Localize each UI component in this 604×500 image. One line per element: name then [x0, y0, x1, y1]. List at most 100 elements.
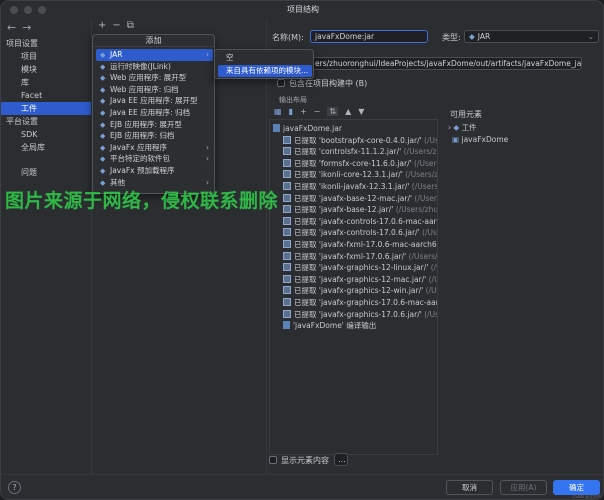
ok-button[interactable]: 确定	[553, 480, 600, 495]
add-menu-item-label: EJB 应用程序: 归档	[110, 131, 175, 141]
jar-submenu-empty[interactable]: 空	[218, 52, 312, 64]
move-up-button[interactable]: ▲	[345, 107, 351, 116]
output-layout-tab[interactable]: 输出布局	[279, 95, 307, 105]
output-layout-tree: javaFxDome.jar 已提取 'bootstrapfx-core-0.4.…	[269, 119, 438, 455]
move-down-button[interactable]: ▼	[358, 107, 364, 116]
output-tree-label: 已提取 'ikonli-core-12.3.1.jar/'	[294, 170, 403, 180]
add-menu-item[interactable]: ◆ EJB 应用程序: 展开型	[96, 119, 213, 131]
add-menu-item-label: Web 应用程序: 归档	[110, 84, 179, 94]
available-node-artifacts[interactable]: › ◆ 工件	[448, 122, 477, 134]
watermark-text: 图片来源于网络，侵权联系删除	[5, 190, 279, 212]
output-tree-item[interactable]: 已提取 'javafx-fxml-17.0.6.jar/' (/Users/	[283, 251, 437, 263]
sidebar-item-problems[interactable]: 问题	[1, 166, 91, 179]
extracted-library-icon	[283, 193, 291, 202]
sidebar-item-facet[interactable]: Facet	[1, 89, 91, 102]
extracted-library-icon	[283, 135, 291, 144]
add-menu-item[interactable]: ◆ 运行时映像(JLink)	[96, 61, 213, 73]
chevron-down-icon: ⌄	[587, 32, 594, 41]
output-tree-item[interactable]: 已提取 'ikonli-javafx-12.3.1.jar/' (/Users/…	[283, 181, 437, 193]
output-tree-item[interactable]: 已提取 'javafx-graphics-12-win.jar/' (/Us	[283, 285, 437, 297]
artifact-name-input[interactable]: javaFxDome:jar	[310, 30, 428, 43]
add-menu-item-label: Java EE 应用程序: 归档	[110, 108, 190, 117]
artifact-type-select[interactable]: ◆ JAR ⌄	[464, 30, 599, 43]
output-tree-label: 已提取 'ikonli-javafx-12.3.1.jar/'	[294, 182, 410, 191]
remove-artifact-button[interactable]: −	[112, 20, 120, 31]
output-tree-item[interactable]: 已提取 'ikonli-core-12.3.1.jar/' (/Users/zh	[283, 169, 437, 181]
build-on-make-checkbox[interactable]	[277, 79, 285, 87]
output-tree-item[interactable]: 已提取 'javafx-graphics-12-mac.jar/' (/Us	[283, 274, 437, 286]
apply-button[interactable]: 应用(A)	[500, 480, 547, 495]
remove-element-button[interactable]: −	[314, 107, 321, 116]
add-menu-item-label: 平台特定的软件包	[110, 154, 170, 164]
sidebar-item-libraries[interactable]: 库	[1, 76, 91, 89]
add-menu-item[interactable]: ◆ EJB 应用程序: 归档	[96, 130, 213, 142]
output-tree-item[interactable]: 已提取 'javafx-controls-17.0.6-mac-aarch	[283, 216, 437, 228]
output-tree-path: (/Users/	[414, 193, 437, 203]
create-archive-icon[interactable]: ▮	[289, 107, 293, 116]
output-tree-item[interactable]: 已提取 'javafx-graphics-17.0.6.jar/' (/Use	[283, 309, 437, 321]
add-menu-item[interactable]: ◆ Web 应用程序: 归档	[96, 84, 213, 96]
cancel-button[interactable]: 取消	[446, 480, 493, 495]
add-menu-item[interactable]: ◆ Java EE 应用程序: 归档	[96, 107, 213, 119]
sidebar-item-project[interactable]: 项目	[1, 50, 91, 63]
extracted-library-icon	[283, 286, 291, 295]
sidebar-item-sdk[interactable]: SDK	[1, 128, 91, 141]
output-tree-item[interactable]: 已提取 'javafx-controls-17.0.6.jar/' (/Use	[283, 227, 437, 239]
output-tree-item[interactable]: 已提取 'javafx-graphics-17.0.6-mac-aarc	[283, 297, 438, 309]
output-tree-item[interactable]: 已提取 'javafx-base-12.jar/' (/Users/zhuo	[283, 204, 437, 216]
output-tree-label: 已提取 'javafx-graphics-12-win.jar/'	[294, 286, 424, 296]
output-tree-item[interactable]: 已提取 'bootstrapfx-core-0.4.0.jar/' (/Us	[283, 135, 438, 147]
output-tree-root[interactable]: 'javaFxDome' 编译输出	[283, 320, 376, 332]
project-structure-window: 项目结构 ← → 项目设置 项目 模块 库 Facet 工件 平台设置 SDK 全…	[0, 0, 604, 500]
add-element-button[interactable]: +	[300, 107, 307, 116]
add-menu-item[interactable]: ◆ JavaFx 应用程序 ›	[96, 142, 213, 154]
extracted-library-icon	[283, 263, 291, 272]
output-tree-item[interactable]: 已提取 'javafx-fxml-17.0.6-mac-aarch64	[283, 239, 437, 251]
show-content-options-button[interactable]: ...	[334, 453, 348, 466]
output-tree-item[interactable]: 已提取 'formsfx-core-11.6.0.jar/' (/Users/	[283, 158, 437, 170]
output-tree-item[interactable]: 已提取 'javafx-base-12-mac.jar/' (/Users/	[283, 193, 437, 205]
add-menu-item-label: JAR	[110, 50, 123, 59]
output-tree-label: javaFxDome.jar	[283, 124, 342, 133]
extracted-library-icon	[283, 251, 291, 260]
dialog-footer: ? 取消 应用(A) 确定 CSDN @北木桥	[1, 474, 603, 499]
sort-icon[interactable]: ⇅	[327, 107, 339, 116]
extracted-library-icon	[283, 309, 291, 318]
jar-icon: ◆	[469, 32, 475, 41]
build-on-make-label: 包含在项目构建中 (B)	[289, 79, 368, 88]
add-menu-item[interactable]: ◆ Java EE 应用程序: 展开型	[96, 95, 213, 107]
extracted-library-icon	[283, 228, 291, 237]
add-menu-item[interactable]: ◆ JavaFx 预加载程序	[96, 165, 213, 177]
add-menu-item[interactable]: ◆ Web 应用程序: 展开型	[96, 72, 213, 84]
create-directory-icon[interactable]: ▦	[274, 107, 282, 116]
available-node-module[interactable]: ▣ javaFxDome	[452, 134, 508, 146]
back-arrow-icon[interactable]: ←	[7, 21, 16, 34]
add-menu-item[interactable]: ◆ JAR ›	[96, 49, 213, 61]
output-tree-path: (/Us	[421, 135, 438, 145]
expand-chevron-icon[interactable]: ›	[448, 123, 451, 132]
output-tree-label: 已提取 'javafx-graphics-17.0.6-mac-aarc	[294, 298, 438, 307]
show-content-label: 显示元素内容	[281, 456, 329, 465]
submenu-chevron-icon: ›	[206, 142, 209, 152]
output-tree-item[interactable]: 已提取 'controlsfx-11.1.2.jar/' (/Users/zhu	[283, 146, 437, 158]
extracted-library-icon	[283, 240, 291, 248]
add-menu-item-label: 运行时映像(JLink)	[110, 61, 171, 71]
help-button[interactable]: ?	[8, 481, 21, 494]
add-artifact-button[interactable]: +	[98, 20, 106, 31]
artifact-icon: ◆	[453, 123, 460, 132]
sidebar-item-modules[interactable]: 模块	[1, 63, 91, 76]
sidebar-item-artifacts[interactable]: 工件	[1, 102, 91, 115]
forward-arrow-icon[interactable]: →	[22, 21, 31, 34]
show-content-checkbox[interactable]	[269, 456, 277, 464]
output-tree-root[interactable]: javaFxDome.jar	[273, 123, 342, 135]
output-tree-label: 已提取 'javafx-controls-17.0.6.jar/'	[294, 228, 420, 238]
add-menu-item[interactable]: ◆ 平台特定的软件包 ›	[96, 153, 213, 165]
copy-artifact-button[interactable]: ⧉	[127, 20, 134, 31]
add-menu-item-label: Java EE 应用程序: 展开型	[110, 96, 198, 106]
output-tree-path: (/Us	[425, 286, 437, 296]
sidebar-item-global-libraries[interactable]: 全局库	[1, 141, 91, 154]
extracted-library-icon	[283, 205, 291, 214]
output-directory-input[interactable]: ers/zhuoronghui/IdeaProjects/javaFxDome/…	[310, 57, 582, 70]
output-tree-item[interactable]: 已提取 'javafx-graphics-12-linux.jar/' (/U	[283, 262, 437, 274]
jar-submenu-from-modules[interactable]: 来自具有依赖项的模块...	[218, 65, 312, 77]
